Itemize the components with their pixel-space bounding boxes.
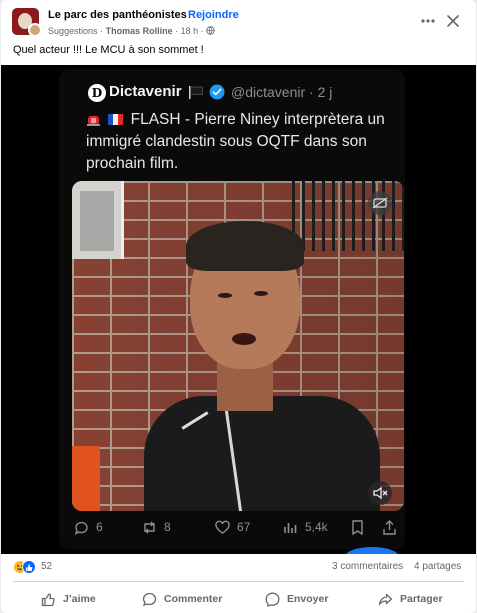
meta-separator: · (200, 26, 204, 36)
meta-separator: · (175, 26, 179, 36)
views-count: 5,4k (305, 520, 328, 534)
tweet-card: D Dictavenir @dictavenir · 2 j FLASH - P… (59, 69, 405, 549)
person-eye-right (254, 291, 268, 296)
feed-post: Le parc des panthéonistes Rejoindre Sugg… (1, 0, 476, 613)
siren-icon (87, 116, 100, 126)
comment-bubble-icon (142, 592, 157, 606)
group-name-link[interactable]: Le parc des panthéonistes (48, 9, 187, 21)
author-avatar-badge[interactable] (28, 23, 42, 37)
send-button[interactable]: Envoyer (265, 588, 328, 610)
comment-button[interactable]: Commenter (142, 588, 222, 610)
tweet-share[interactable] (381, 517, 404, 537)
tweet-avatar: D (88, 84, 106, 102)
send-label: Envoyer (287, 593, 329, 605)
reaction-icons[interactable] (13, 560, 37, 574)
person-mouth (232, 333, 256, 345)
person-hair (186, 221, 304, 271)
like-count: 67 (237, 520, 251, 534)
reactions-summary: 52 3 commentaires 4 partages (1, 554, 476, 578)
bookmark-icon (352, 519, 363, 535)
heart-icon (215, 520, 230, 534)
reply-count: 6 (96, 520, 103, 534)
tweet-author-name: Dictavenir (109, 83, 182, 100)
tweet-views[interactable]: 5,4k (282, 517, 328, 537)
retweet-count: 8 (164, 520, 171, 534)
france-flag-icon (108, 114, 124, 125)
meta-separator: · (100, 26, 104, 36)
orange-jacket-edge (72, 446, 100, 511)
messenger-icon (265, 592, 280, 607)
tweet-text: FLASH - Pierre Niney interprètera un imm… (86, 111, 385, 172)
post-media[interactable]: D Dictavenir @dictavenir · 2 j FLASH - P… (1, 65, 476, 554)
tweet-retweet[interactable]: 8 (141, 517, 171, 537)
share-arrow-icon (378, 593, 393, 605)
tweet-bookmark[interactable] (349, 517, 372, 537)
tweet-like[interactable]: 67 (214, 517, 250, 537)
views-bar-chart-icon (284, 522, 297, 533)
share-upload-icon (383, 519, 396, 535)
verified-badge-icon (209, 84, 225, 100)
shares-count[interactable]: 4 partages (414, 561, 461, 572)
post-action-bar: J’aime Commenter Envoyer Partager (1, 584, 476, 613)
post-header: Le parc des panthéonistes Rejoindre Sugg… (1, 0, 476, 44)
comment-label: Commenter (164, 593, 223, 605)
post-meta: Suggestions · Thomas Rolline · 18 h · (48, 26, 215, 36)
captions-off-icon[interactable] (368, 191, 392, 215)
more-horizontal-icon[interactable] (419, 12, 437, 30)
tweet-body: FLASH - Pierre Niney interprètera un imm… (86, 109, 391, 175)
post-text: Quel acteur !!! Le MCU à son sommet ! (13, 44, 204, 56)
globe-icon (206, 26, 215, 35)
join-group-link[interactable]: Rejoindre (188, 9, 239, 21)
retweet-icon (144, 521, 155, 533)
post-time-link[interactable]: 18 h (181, 26, 199, 36)
reaction-count[interactable]: 52 (41, 561, 52, 572)
share-button[interactable]: Partager (378, 588, 443, 610)
muted-speaker-icon[interactable] (368, 481, 392, 505)
window-frame (72, 181, 124, 259)
tweet-action-row: 6 8 67 5,4k (59, 517, 405, 541)
close-icon[interactable] (446, 14, 460, 28)
share-label: Partager (400, 593, 443, 605)
black-flag-icon (189, 86, 203, 99)
like-button[interactable]: J’aime (41, 588, 96, 610)
person-eye-left (218, 293, 232, 298)
action-divider (13, 581, 464, 582)
comments-count[interactable]: 3 commentaires (332, 561, 403, 572)
tweet-video[interactable] (72, 181, 404, 511)
person-jacket (144, 396, 380, 511)
tweet-reply[interactable]: 6 (73, 517, 103, 537)
author-name-link[interactable]: Thomas Rolline (106, 26, 173, 36)
suggestions-label: Suggestions (48, 26, 98, 36)
window-pane (80, 191, 114, 251)
thumbs-up-icon (41, 592, 55, 606)
tweet-handle-time: @dictavenir · 2 j (231, 84, 333, 100)
like-label: J’aime (63, 593, 96, 605)
reply-bubble-icon (74, 521, 88, 535)
